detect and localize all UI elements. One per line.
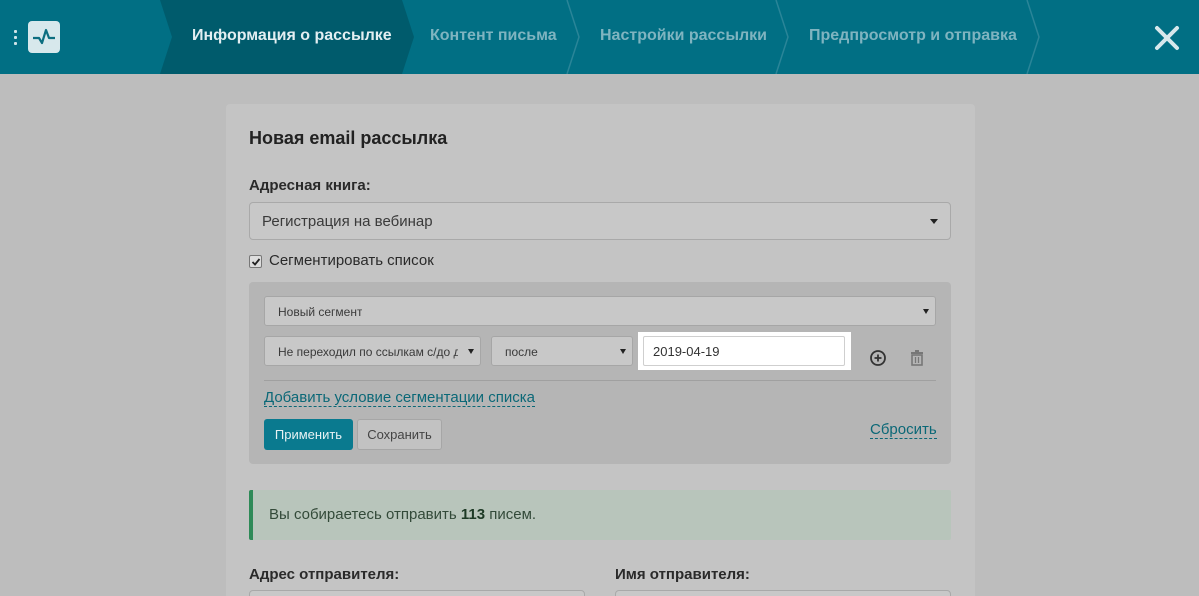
condition-select-value: Не переходил по ссылкам с/до д xyxy=(278,345,458,359)
save-button[interactable]: Сохранить xyxy=(357,419,442,450)
page-title: Новая email рассылка xyxy=(249,128,448,148)
trash-icon[interactable] xyxy=(908,349,926,367)
sender-name-input[interactable] xyxy=(615,590,951,596)
condition-select[interactable]: Не переходил по ссылкам с/до д xyxy=(264,336,481,366)
chevron-down-icon xyxy=(620,349,626,354)
divider xyxy=(264,380,936,381)
add-circle-icon[interactable] xyxy=(869,349,887,367)
step-info[interactable]: Информация о рассылке xyxy=(192,27,392,45)
apply-button[interactable]: Применить xyxy=(264,419,353,450)
chevron-down-icon xyxy=(923,309,929,314)
pulse-logo-icon[interactable] xyxy=(28,21,60,53)
top-bar: Информация о рассылке Контент письма Нас… xyxy=(0,0,1199,74)
date-input[interactable] xyxy=(643,336,845,366)
add-condition-link[interactable]: Добавить условие сегментации списка xyxy=(264,389,535,407)
step-content[interactable]: Контент письма xyxy=(430,27,557,45)
address-book-label: Адресная книга: xyxy=(249,177,371,194)
chevron-down-icon xyxy=(930,219,938,224)
operator-select[interactable]: после xyxy=(491,336,633,366)
operator-select-value: после xyxy=(505,345,538,359)
segment-checkbox[interactable] xyxy=(249,255,262,268)
sender-address-input[interactable] xyxy=(249,590,585,596)
checkmark-icon xyxy=(251,258,261,266)
address-book-value: Регистрация на вебинар xyxy=(262,213,433,230)
recipient-count: 113 xyxy=(460,506,486,523)
step-settings[interactable]: Настройки рассылки xyxy=(600,27,767,45)
campaign-form-card: Новая email рассылка Адресная книга: Рег… xyxy=(226,104,975,596)
chevron-down-icon xyxy=(468,349,474,354)
close-icon[interactable] xyxy=(1153,24,1181,52)
segment-checkbox-label: Сегментировать список xyxy=(269,252,434,269)
sender-address-label: Адрес отправителя: xyxy=(249,566,400,583)
segment-select-value: Новый сегмент xyxy=(278,305,363,319)
segment-panel: Новый сегмент Не переходил по ссылкам с/… xyxy=(249,282,951,464)
reset-link[interactable]: Сбросить xyxy=(870,421,937,439)
address-book-select[interactable]: Регистрация на вебинар xyxy=(249,202,951,240)
alert-prefix: Вы собираетесь отправить xyxy=(269,506,457,523)
step-preview-send[interactable]: Предпросмотр и отправка xyxy=(809,27,1017,45)
recipient-count-alert: Вы собираетесь отправить 113 писем. xyxy=(249,490,951,540)
vertical-dots-icon[interactable] xyxy=(14,30,18,46)
alert-text: Вы собираетесь отправить 113 писем. xyxy=(269,506,536,523)
date-input-highlight xyxy=(638,332,851,370)
sender-name-label: Имя отправителя: xyxy=(615,566,750,583)
segment-select[interactable]: Новый сегмент xyxy=(264,296,936,326)
alert-suffix: писем. xyxy=(489,506,537,523)
